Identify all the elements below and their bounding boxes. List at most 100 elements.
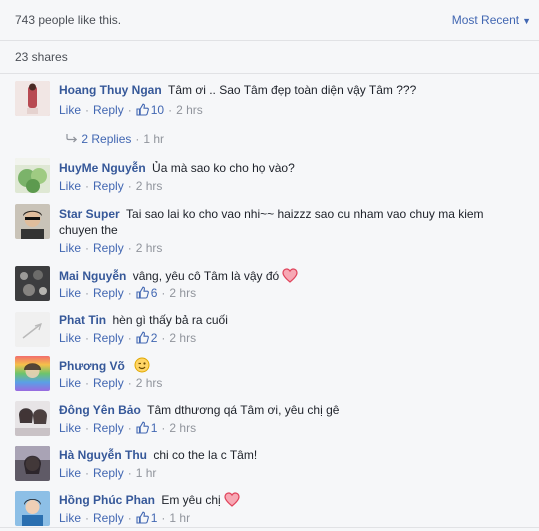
avatar[interactable]: [15, 266, 50, 301]
like-link[interactable]: Like: [59, 466, 81, 480]
avatar-photo-icon: [15, 312, 50, 347]
comment-body: Hà Nguyễn Thu chi co the la c Tâm!: [59, 447, 519, 463]
avatar[interactable]: [15, 356, 50, 391]
comment-author[interactable]: Đông Yên Bảo: [59, 403, 141, 417]
heart-icon: [224, 492, 240, 511]
reply-link[interactable]: Reply: [93, 376, 124, 390]
comment-author[interactable]: Phat Tin: [59, 313, 106, 327]
reply-link[interactable]: Reply: [93, 466, 124, 480]
avatar-photo-icon: [15, 446, 50, 481]
separator: ·: [135, 132, 140, 146]
comment-author[interactable]: Hoang Thuy Ngan: [59, 83, 162, 97]
separator: ·: [161, 421, 166, 435]
sort-dropdown[interactable]: Most Recent ▼: [452, 13, 531, 27]
like-count[interactable]: 2: [151, 331, 158, 345]
replies-link[interactable]: 2 Replies · 1 hr: [66, 132, 164, 146]
reply-link[interactable]: Reply: [93, 331, 124, 345]
like-count[interactable]: 1: [151, 511, 158, 525]
reply-link[interactable]: Reply: [93, 179, 124, 193]
avatar[interactable]: [15, 312, 50, 347]
comment-author[interactable]: HuyMe Nguyễn: [59, 161, 146, 175]
separator: ·: [85, 286, 90, 300]
comment-time[interactable]: 2 hrs: [176, 103, 203, 117]
sort-label[interactable]: Most Recent: [452, 13, 519, 27]
divider: [0, 527, 539, 528]
comment-body: Đông Yên Bảo Tâm dthương qá Tâm ơi, yêu …: [59, 402, 519, 418]
like-link[interactable]: Like: [59, 286, 81, 300]
chevron-down-icon[interactable]: ▼: [522, 16, 531, 26]
avatar[interactable]: [15, 401, 50, 436]
like-link[interactable]: Like: [59, 331, 81, 345]
comment-time[interactable]: 2 hrs: [169, 331, 196, 345]
reply-link[interactable]: Reply: [93, 511, 124, 525]
comment-body: Hoang Thuy Ngan Tâm ơi .. Sao Tâm đẹp to…: [59, 82, 519, 98]
heart-icon: [282, 268, 298, 287]
separator: ·: [127, 179, 132, 193]
comment-time[interactable]: 2 hrs: [169, 286, 196, 300]
comment-time[interactable]: 2 hrs: [136, 179, 163, 193]
avatar-photo-icon: [15, 401, 50, 436]
thumbs-up-icon[interactable]: [136, 286, 149, 302]
avatar[interactable]: [15, 446, 50, 481]
avatar-photo-icon: [15, 266, 50, 301]
comment-actions: Like · Reply · 1 · 1 hr: [59, 511, 190, 527]
like-link[interactable]: Like: [59, 241, 81, 255]
comment-actions: Like · Reply · 10 · 2 hrs: [59, 103, 203, 119]
comment-author[interactable]: Hà Nguyễn Thu: [59, 448, 147, 462]
comment-actions: Like · Reply · 1 hr: [59, 466, 156, 480]
like-link[interactable]: Like: [59, 511, 81, 525]
like-link[interactable]: Like: [59, 421, 81, 435]
separator: ·: [85, 103, 90, 117]
comment-actions: Like · Reply · 1 · 2 hrs: [59, 421, 196, 437]
comment-author[interactable]: Mai Nguyễn: [59, 269, 126, 283]
comment-text: Em yêu chị: [161, 493, 221, 507]
like-count[interactable]: 6: [151, 286, 158, 300]
thumbs-up-icon[interactable]: [136, 421, 149, 437]
avatar[interactable]: [15, 81, 50, 116]
comment-text: vâng, yêu cô Tâm là vậy đó: [132, 269, 280, 283]
comment-time[interactable]: 2 hrs: [136, 241, 163, 255]
avatar[interactable]: [15, 204, 50, 239]
like-count[interactable]: 10: [151, 103, 164, 117]
reply-link[interactable]: Reply: [93, 103, 124, 117]
separator: ·: [127, 376, 132, 390]
separator: ·: [161, 286, 166, 300]
avatar[interactable]: [15, 158, 50, 193]
like-link[interactable]: Like: [59, 103, 81, 117]
comment-author[interactable]: Hồng Phúc Phan: [59, 493, 155, 507]
shares-link[interactable]: 23 shares: [15, 50, 68, 64]
comment-time[interactable]: 1 hr: [169, 511, 190, 525]
reply-link[interactable]: Reply: [93, 421, 124, 435]
thumbs-up-icon[interactable]: [136, 511, 149, 527]
avatar-photo-icon: [15, 81, 50, 116]
thumbs-up-icon[interactable]: [136, 103, 149, 119]
comment-time[interactable]: 1 hr: [136, 466, 157, 480]
avatar[interactable]: [15, 491, 50, 526]
comment-author[interactable]: Phương Võ: [59, 359, 125, 373]
likes-summary[interactable]: 743 people like this.: [15, 13, 121, 27]
separator: ·: [85, 376, 90, 390]
separator: ·: [127, 241, 132, 255]
likes-count[interactable]: 743: [15, 13, 35, 27]
replies-time[interactable]: 1 hr: [143, 132, 164, 146]
comment-time[interactable]: 2 hrs: [136, 376, 163, 390]
like-link[interactable]: Like: [59, 376, 81, 390]
reply-link[interactable]: Reply: [93, 286, 124, 300]
comment-text: hèn gì thấy bả ra cuối: [112, 313, 228, 327]
separator: ·: [161, 511, 166, 525]
replies-count[interactable]: 2 Replies: [81, 132, 131, 146]
comment-body: HuyMe Nguyễn Ủa mà sao ko cho họ vào?: [59, 160, 519, 176]
like-link[interactable]: Like: [59, 179, 81, 193]
thumbs-up-icon[interactable]: [136, 331, 149, 347]
comment-time[interactable]: 2 hrs: [169, 421, 196, 435]
comment-body: Phat Tin hèn gì thấy bả ra cuối: [59, 312, 519, 328]
comment-actions: Like · Reply · 2 · 2 hrs: [59, 331, 196, 347]
separator: ·: [127, 286, 132, 300]
separator: ·: [85, 179, 90, 193]
like-count[interactable]: 1: [151, 421, 158, 435]
avatar-photo-icon: [15, 491, 50, 526]
comment-author[interactable]: Star Super: [59, 207, 120, 221]
reply-link[interactable]: Reply: [93, 241, 124, 255]
avatar-photo-icon: [15, 158, 50, 193]
comment-text: Tâm ơi .. Sao Tâm đẹp toàn diện vậy Tâm …: [168, 83, 417, 97]
